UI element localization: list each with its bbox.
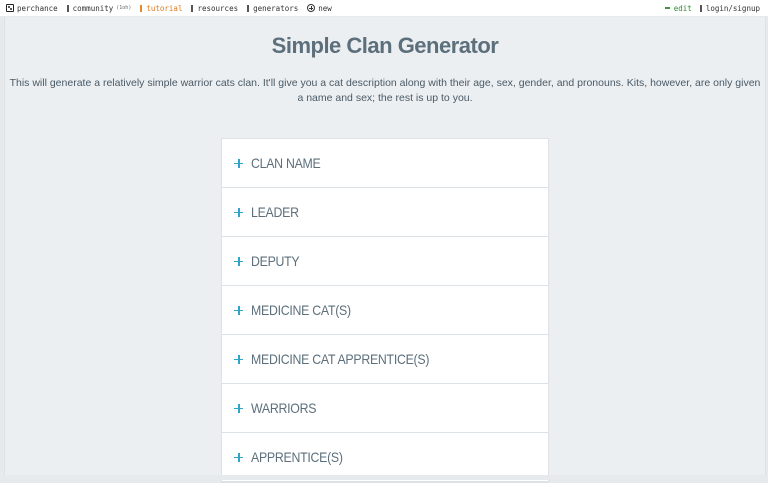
- tutorial-icon: [140, 4, 143, 12]
- accordion-label: CLAN NAME: [251, 155, 321, 171]
- expand-plus-icon: [234, 256, 243, 266]
- accordion-item-deputy[interactable]: DEPUTY: [222, 237, 548, 286]
- nav-generators-link[interactable]: generators: [247, 4, 298, 13]
- nav-tutorial-link[interactable]: tutorial: [140, 4, 182, 13]
- login-label: login/signup: [705, 3, 760, 13]
- resources-label: resources: [197, 3, 239, 13]
- plus-circle-icon: [307, 4, 316, 12]
- new-label: new: [318, 3, 332, 13]
- nav-login-link[interactable]: login/signup: [699, 3, 760, 13]
- tutorial-label: tutorial: [146, 3, 183, 13]
- expand-plus-icon: [234, 452, 243, 462]
- top-nav-bar: perchance community (1oh) tutorial resou…: [0, 0, 768, 16]
- dice-icon: [6, 4, 14, 12]
- accordion-label: MEDICINE CAT APPRENTICE(S): [251, 351, 430, 367]
- page-description: This will generate a relatively simple w…: [9, 77, 761, 104]
- clan-accordion: CLAN NAME LEADER DEPUTY MEDICINE CAT(S) …: [221, 138, 549, 483]
- user-icon: [699, 4, 702, 12]
- nav-edit-link[interactable]: edit: [664, 3, 692, 13]
- expand-plus-icon: [234, 403, 243, 413]
- accordion-label: APPRENTICE(S): [251, 449, 343, 465]
- accordion-item-medicine-cat-apprentices[interactable]: MEDICINE CAT APPRENTICE(S): [222, 335, 548, 384]
- community-label: community: [72, 3, 114, 13]
- accordion-label: DEPUTY: [251, 253, 300, 269]
- expand-plus-icon: [234, 207, 243, 217]
- nav-community-link[interactable]: community (1oh): [66, 3, 132, 13]
- nav-left: perchance community (1oh) tutorial resou…: [0, 4, 341, 13]
- resources-icon: [191, 4, 194, 12]
- accordion-item-leader[interactable]: LEADER: [222, 188, 548, 237]
- nav-home-link[interactable]: perchance: [6, 4, 58, 13]
- nav-resources-link[interactable]: resources: [191, 4, 238, 13]
- accordion-label: LEADER: [251, 204, 299, 220]
- accordion-item-warriors[interactable]: WARRIORS: [222, 384, 548, 433]
- expand-plus-icon: [234, 158, 243, 168]
- accordion-label: WARRIORS: [251, 400, 317, 416]
- site-name: perchance: [17, 3, 58, 13]
- accordion-label: MEDICINE CAT(S): [251, 302, 351, 318]
- community-icon: [66, 4, 69, 12]
- edit-label: edit: [673, 3, 692, 13]
- page-title: Simple Clan Generator: [271, 33, 499, 58]
- bottom-edge: [0, 475, 768, 480]
- community-count: (1oh): [116, 5, 132, 11]
- expand-plus-icon: [234, 305, 243, 315]
- generators-label: generators: [253, 3, 299, 13]
- nav-new-link[interactable]: new: [307, 4, 332, 13]
- expand-plus-icon: [234, 354, 243, 364]
- nav-right: edit login/signup: [657, 4, 768, 13]
- accordion-item-medicine-cats[interactable]: MEDICINE CAT(S): [222, 286, 548, 335]
- generator-page: Simple Clan Generator This will generate…: [4, 17, 766, 483]
- generators-icon: [247, 4, 250, 12]
- accordion-item-clan-name[interactable]: CLAN NAME: [222, 139, 548, 188]
- pencil-icon: [664, 7, 670, 9]
